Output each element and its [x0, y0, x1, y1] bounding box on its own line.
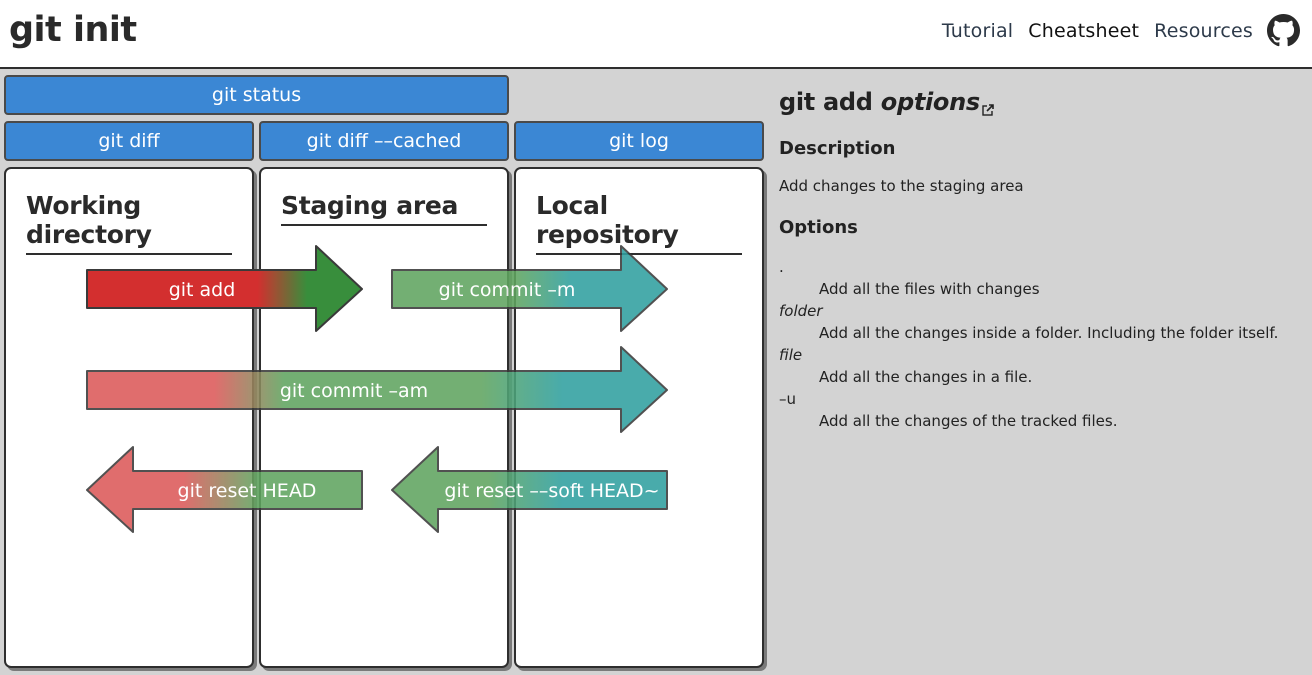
- command-arrows: git add git commit –m git commit –am git…: [86, 245, 668, 533]
- option-desc: Add all the changes of the tracked files…: [819, 412, 1118, 430]
- git-reset-head-arrow[interactable]: git reset HEAD: [86, 446, 363, 533]
- description-heading: Description: [779, 138, 896, 159]
- arrow-label: git commit –am: [280, 380, 428, 402]
- external-link-icon[interactable]: [982, 94, 994, 116]
- option-term: .: [779, 258, 784, 276]
- github-icon[interactable]: [1267, 14, 1300, 47]
- git-commit-m-arrow[interactable]: git commit –m: [391, 245, 668, 332]
- nav-tutorial[interactable]: Tutorial: [942, 20, 1013, 42]
- git-add-arrow[interactable]: git add: [86, 245, 363, 332]
- arrow-label: git commit –m: [439, 279, 576, 301]
- nav-resources[interactable]: Resources: [1154, 20, 1253, 42]
- main-nav: Tutorial Cheatsheet Resources: [927, 14, 1300, 47]
- option-term: file: [779, 346, 803, 364]
- option-term: –u: [779, 390, 797, 408]
- option-desc: Add all the changes in a file.: [819, 368, 1033, 386]
- nav-cheatsheet[interactable]: Cheatsheet: [1028, 20, 1139, 42]
- git-reset-soft-arrow[interactable]: git reset ––soft HEAD~: [391, 446, 668, 533]
- options-heading: Options: [779, 217, 858, 238]
- command-details-panel: git add options Description Add changes …: [779, 88, 1299, 432]
- arrow-label: git add: [169, 279, 236, 301]
- arrow-label: git reset HEAD: [178, 480, 317, 502]
- panel-title: git add options: [779, 88, 1299, 116]
- options-list: . Add all the files with changes folder …: [779, 256, 1299, 432]
- option-desc: Add all the files with changes: [819, 280, 1040, 298]
- command-name: git add: [779, 88, 873, 116]
- description-text: Add changes to the staging area: [779, 177, 1024, 195]
- command-arg: options: [880, 88, 980, 116]
- option-term: folder: [779, 302, 823, 320]
- option-desc: Add all the changes inside a folder. Inc…: [819, 324, 1279, 342]
- arrow-label: git reset ––soft HEAD~: [444, 480, 659, 502]
- git-commit-am-arrow[interactable]: git commit –am: [86, 346, 668, 433]
